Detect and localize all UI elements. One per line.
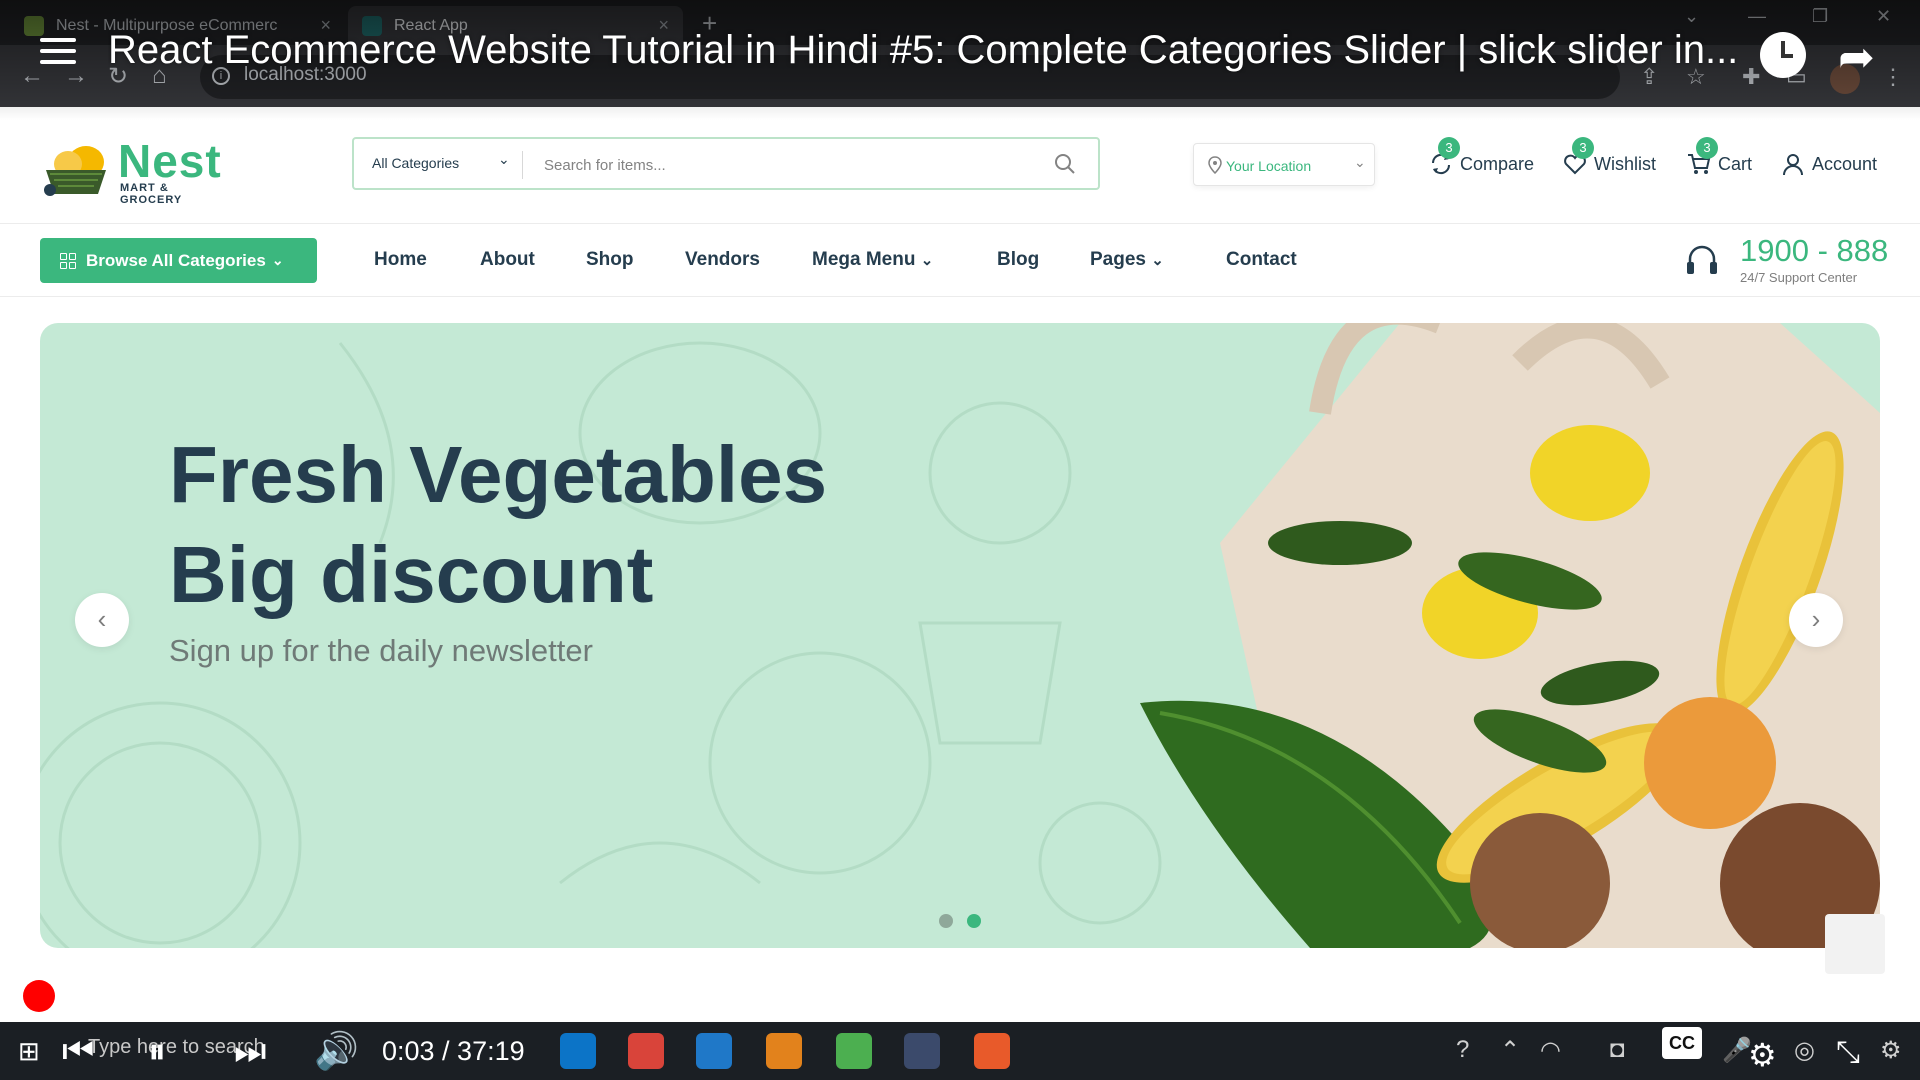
slider-prev-button[interactable]: ‹ bbox=[75, 593, 129, 647]
chevron-down-icon: ⌄ bbox=[920, 252, 934, 269]
account-label: Account bbox=[1812, 153, 1878, 174]
category-select[interactable]: All Categories bbox=[372, 155, 459, 171]
heart-icon: 3 bbox=[1562, 137, 1594, 177]
hero-title: Fresh Vegetables Big discount bbox=[169, 425, 827, 625]
nav-shop[interactable]: Shop bbox=[586, 249, 634, 271]
search-bar: All Categories ⌄ bbox=[352, 137, 1100, 190]
chrome-app-icon[interactable] bbox=[628, 1033, 664, 1069]
support-label: 24/7 Support Center bbox=[1740, 270, 1858, 285]
cart-link[interactable]: 3 Cart bbox=[1686, 137, 1753, 180]
next-video-icon[interactable]: ⏭ bbox=[234, 1022, 266, 1080]
video-scrubber[interactable] bbox=[23, 980, 55, 1012]
browse-label: Browse All Categories bbox=[86, 250, 266, 270]
miniplayer-icon[interactable]: ◎ bbox=[1794, 1036, 1815, 1065]
nav-about[interactable]: About bbox=[480, 249, 535, 271]
hero-title-line-1: Fresh Vegetables bbox=[169, 430, 828, 519]
video-time: 0:03 / 37:19 bbox=[382, 1036, 525, 1066]
cart-icon: 3 bbox=[1686, 137, 1718, 177]
user-icon bbox=[1780, 151, 1806, 177]
watch-later-icon[interactable] bbox=[1760, 32, 1806, 78]
compare-icon: 3 bbox=[1428, 137, 1460, 177]
notification-gear-icon[interactable]: ⚙ bbox=[1880, 1036, 1902, 1065]
hero-subtitle: Sign up for the daily newsletter bbox=[169, 633, 593, 668]
slider-dot-2[interactable] bbox=[967, 914, 981, 928]
pause-icon[interactable]: ⏸ bbox=[148, 1022, 166, 1080]
nav-divider bbox=[0, 296, 1920, 297]
wifi-icon[interactable]: ◠ bbox=[1540, 1036, 1561, 1065]
help-icon[interactable]: ? bbox=[1456, 1036, 1469, 1064]
volume-icon[interactable]: 🔊 bbox=[314, 1022, 359, 1080]
header-divider bbox=[0, 223, 1920, 224]
search-icon[interactable] bbox=[1054, 153, 1076, 175]
hero-title-line-2: Big discount bbox=[169, 530, 654, 619]
nav-pages[interactable]: Pages ⌄ bbox=[1090, 249, 1164, 271]
slider-dot-1[interactable] bbox=[939, 914, 953, 928]
browse-all-categories-button[interactable]: Browse All Categories ⌄ bbox=[40, 238, 317, 283]
previous-video-icon[interactable]: ⏮ bbox=[62, 1022, 94, 1080]
fullscreen-exit-icon[interactable]: ⤡ bbox=[1836, 1036, 1860, 1070]
location-label: Your Location bbox=[1226, 158, 1312, 174]
location-pin-icon bbox=[1208, 156, 1222, 174]
chevron-down-icon: ⌄ bbox=[1354, 154, 1366, 170]
nav-vendors[interactable]: Vendors bbox=[685, 249, 760, 271]
tray-chevron-icon[interactable]: ⌃ bbox=[1500, 1036, 1520, 1065]
browser-menu-icon[interactable]: ⋮ bbox=[1882, 64, 1904, 90]
nav-contact[interactable]: Contact bbox=[1226, 249, 1297, 271]
nav-mega-menu[interactable]: Mega Menu ⌄ bbox=[812, 249, 933, 271]
windows-start-icon[interactable]: ⊞ bbox=[18, 1022, 40, 1080]
chevron-down-icon: ⌄ bbox=[271, 252, 284, 268]
basket-logo-icon bbox=[44, 146, 106, 196]
restore-icon[interactable]: ❐ bbox=[1812, 6, 1828, 27]
grid-icon bbox=[60, 252, 76, 269]
video-progress-bar[interactable] bbox=[37, 993, 1885, 999]
nav-pages-label: Pages bbox=[1090, 249, 1146, 270]
captions-button[interactable]: CC bbox=[1662, 1027, 1702, 1059]
orange-app-icon[interactable] bbox=[974, 1033, 1010, 1069]
nav-mega-menu-label: Mega Menu bbox=[812, 249, 916, 270]
tab-search-icon[interactable]: ⌄ bbox=[1684, 6, 1699, 27]
logo-tagline: MART & GROCERY bbox=[120, 182, 183, 206]
vscode-app-icon[interactable] bbox=[696, 1033, 732, 1069]
vegetables-bag-image bbox=[1140, 323, 1880, 948]
compare-count-badge: 3 bbox=[1438, 137, 1460, 159]
green-app-icon[interactable] bbox=[836, 1033, 872, 1069]
windows-taskbar bbox=[0, 1022, 1920, 1080]
headset-icon bbox=[1687, 245, 1717, 274]
share-arrow-icon[interactable]: ➦ bbox=[1838, 32, 1875, 83]
nest-favicon-icon bbox=[24, 15, 44, 36]
compare-link[interactable]: 3 Compare bbox=[1428, 137, 1535, 180]
chevron-down-icon[interactable]: ⌄ bbox=[498, 151, 510, 168]
camera-icon[interactable]: ◘ bbox=[1610, 1036, 1625, 1064]
sublime-app-icon[interactable] bbox=[766, 1033, 802, 1069]
video-title[interactable]: React Ecommerce Website Tutorial in Hind… bbox=[108, 28, 1748, 73]
search-divider bbox=[522, 151, 523, 179]
location-select[interactable]: Your Location ⌄ bbox=[1193, 143, 1375, 186]
edge-app-icon[interactable] bbox=[560, 1033, 596, 1069]
search-input[interactable] bbox=[544, 149, 1024, 181]
wishlist-count-badge: 3 bbox=[1572, 137, 1594, 159]
account-link[interactable]: Account bbox=[1780, 148, 1877, 180]
support-center: 1900 - 888 24/7 Support Center bbox=[1684, 233, 1888, 289]
playlist-menu-icon[interactable] bbox=[40, 38, 76, 71]
chevron-down-icon: ⌄ bbox=[1151, 252, 1164, 269]
logo-name: Nest bbox=[118, 135, 222, 187]
cart-label: Cart bbox=[1718, 153, 1753, 174]
compare-label: Compare bbox=[1460, 153, 1535, 174]
settings-gear-icon[interactable]: ⚙ bbox=[1748, 1036, 1777, 1074]
wishlist-link[interactable]: 3 Wishlist bbox=[1562, 137, 1656, 180]
nav-blog[interactable]: Blog bbox=[997, 249, 1039, 271]
nav-home[interactable]: Home bbox=[374, 249, 427, 271]
minimize-icon[interactable]: — bbox=[1748, 6, 1766, 27]
wishlist-label: Wishlist bbox=[1594, 153, 1656, 174]
slider-next-button[interactable]: › bbox=[1789, 593, 1843, 647]
chat-widget-icon[interactable] bbox=[1825, 914, 1885, 974]
close-window-icon[interactable]: ✕ bbox=[1876, 6, 1891, 27]
site-logo[interactable]: Nest MART & GROCERY bbox=[40, 135, 230, 206]
support-phone[interactable]: 1900 - 888 bbox=[1740, 233, 1888, 269]
hero-slider: Fresh Vegetables Big discount Sign up fo… bbox=[40, 323, 1880, 948]
cart-count-badge: 3 bbox=[1696, 137, 1718, 159]
network-app-icon[interactable] bbox=[904, 1033, 940, 1069]
